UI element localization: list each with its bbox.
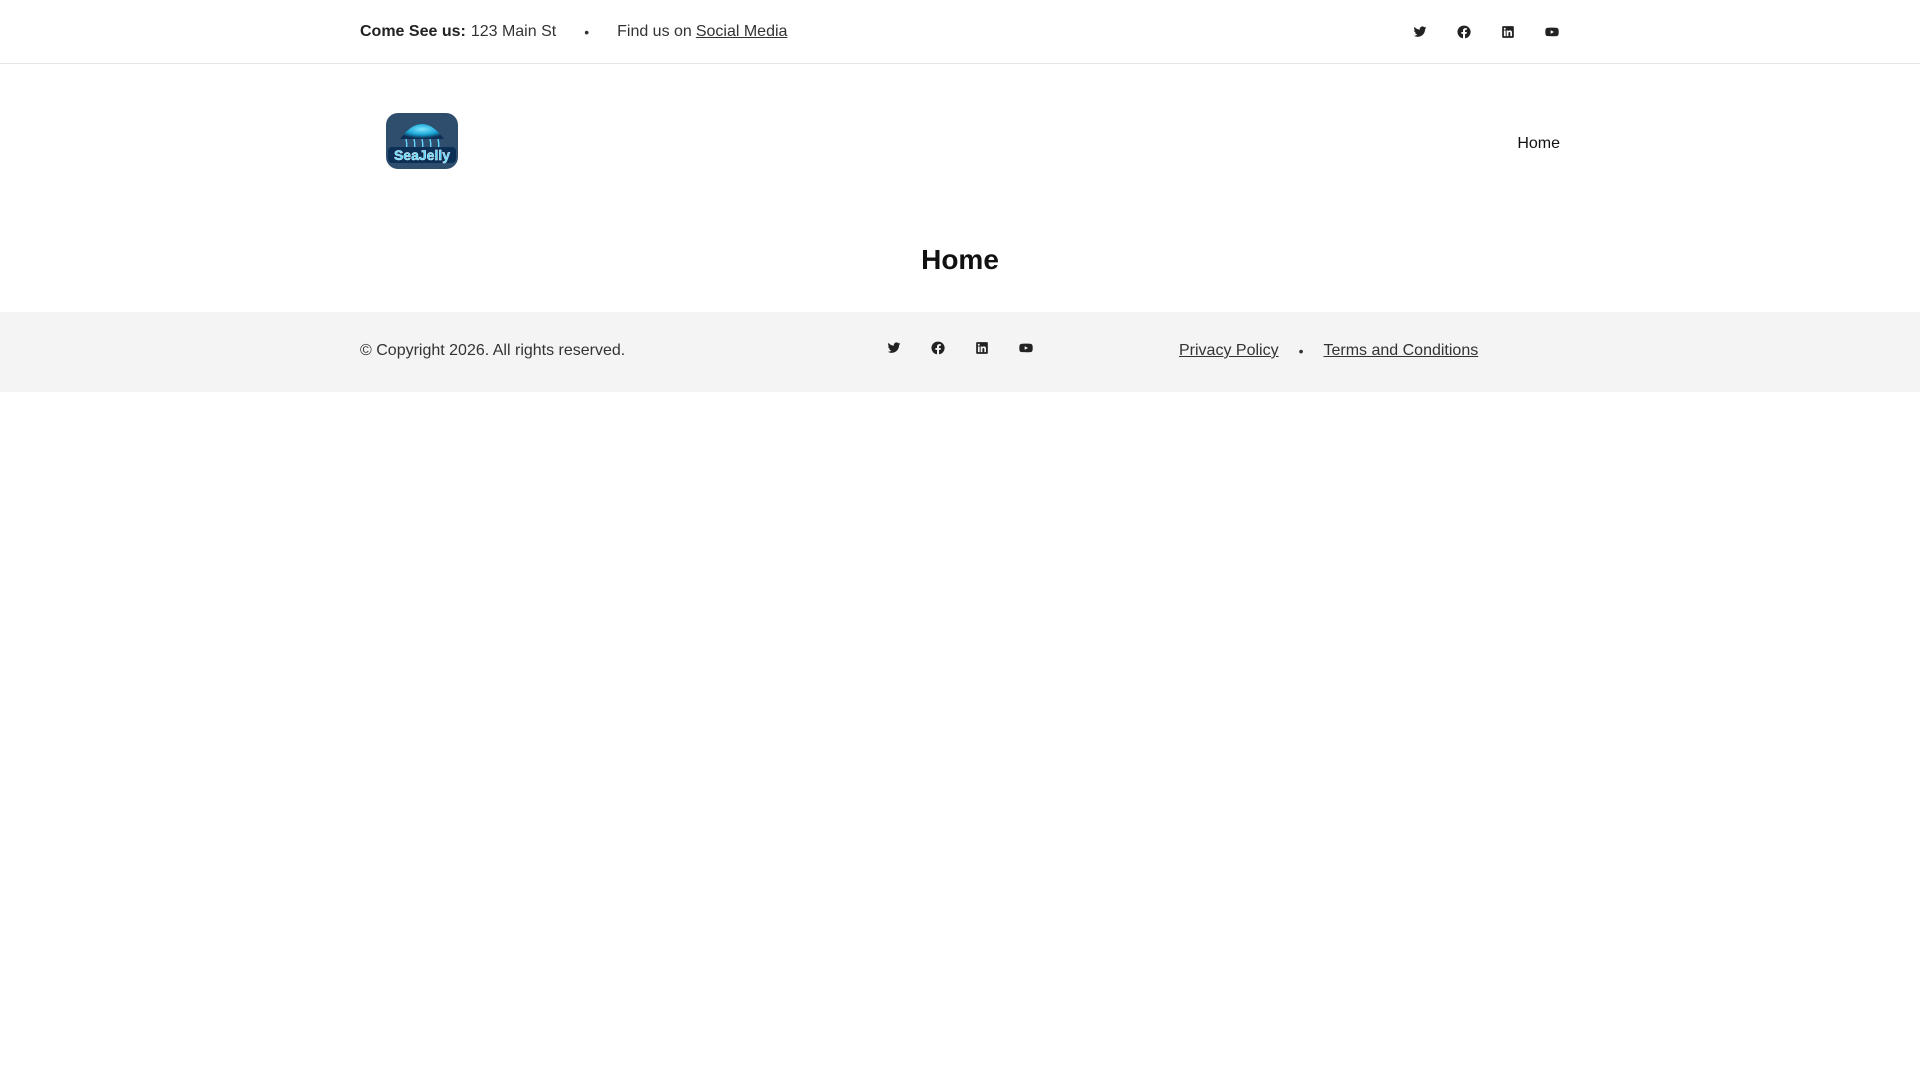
nav-item-home[interactable]: Home: [1517, 135, 1560, 152]
linkedin-icon[interactable]: [974, 340, 990, 356]
twitter-icon[interactable]: [1412, 24, 1428, 40]
site-footer: © Copyright 2026. All rights reserved. P…: [0, 312, 1920, 392]
facebook-icon[interactable]: [930, 340, 946, 356]
top-bar: Come See us: 123 Main St • Find us on So…: [0, 0, 1920, 64]
top-social-icons: [1412, 24, 1560, 40]
site-logo[interactable]: SeaJelly: [382, 105, 462, 175]
social-media-link[interactable]: Social Media: [696, 23, 788, 41]
legal-separator: •: [1298, 343, 1304, 359]
address-value: 123 Main St: [470, 23, 557, 40]
twitter-icon[interactable]: [886, 340, 902, 356]
footer-inner: © Copyright 2026. All rights reserved. P…: [360, 312, 1560, 392]
top-bar-info: Come See us: 123 Main St • Find us on So…: [360, 23, 787, 41]
page-title: Home: [921, 244, 999, 275]
site-header: SeaJelly Home: [0, 65, 1920, 225]
main-nav: Home: [1517, 135, 1560, 153]
linkedin-icon[interactable]: [1500, 24, 1516, 40]
address-label: Come See us:: [360, 23, 466, 40]
facebook-icon[interactable]: [1456, 24, 1472, 40]
logo-text: SeaJelly: [394, 147, 450, 163]
find-us-text: Find us on: [617, 23, 692, 40]
copyright-text: © Copyright 2026. All rights reserved.: [360, 342, 626, 359]
top-bar-inner: Come See us: 123 Main St • Find us on So…: [360, 0, 1560, 64]
legal-links: Privacy Policy • Terms and Conditions: [1179, 342, 1478, 360]
top-bar-separator: •: [584, 24, 590, 40]
youtube-icon[interactable]: [1544, 24, 1560, 40]
youtube-icon[interactable]: [1018, 340, 1034, 356]
footer-social-icons: [886, 340, 1034, 356]
seajelly-logo-image: SeaJelly: [386, 113, 458, 169]
header-inner: SeaJelly Home: [360, 65, 1560, 225]
terms-link[interactable]: Terms and Conditions: [1323, 342, 1478, 360]
privacy-policy-link[interactable]: Privacy Policy: [1179, 342, 1279, 360]
